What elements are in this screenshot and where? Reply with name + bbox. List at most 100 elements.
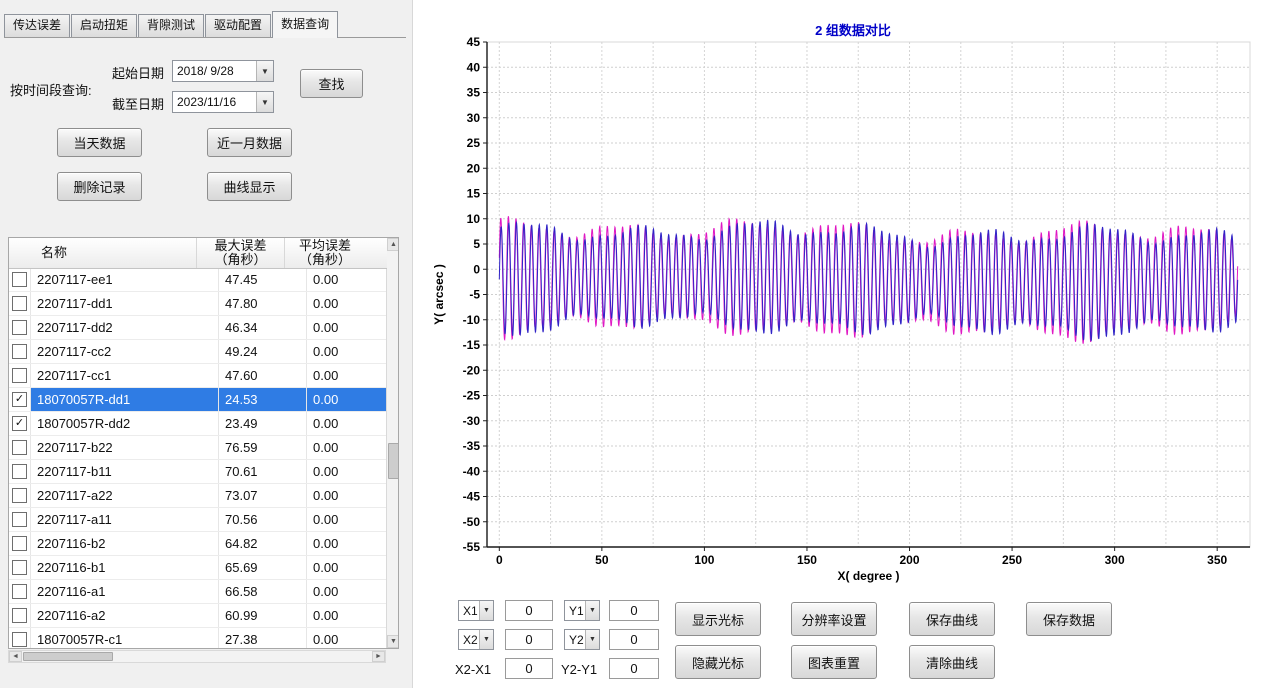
row-checkbox-cell [9,436,31,459]
y-tick-label: -30 [463,414,481,428]
row-checkbox[interactable] [12,608,27,623]
row-checkbox-cell [9,268,31,291]
row-checkbox[interactable] [12,512,27,527]
table-vertical-scrollbar[interactable]: ▲ ▼ [386,238,399,648]
row-avg-error: 0.00 [307,292,387,315]
table-row[interactable]: 2207117-a2273.070.00 [9,484,387,508]
y2-dropdown-icon[interactable]: ▼ [585,630,599,649]
row-checkbox[interactable] [12,344,27,359]
row-name: 2207117-dd2 [31,316,219,339]
last-month-data-button[interactable]: 近一月数据 [207,128,292,157]
tab-2[interactable]: 启动扭矩 [71,14,137,37]
y1-combo[interactable]: Y1 ▼ [564,600,600,621]
table-row[interactable]: 2207116-a166.580.00 [9,580,387,604]
x2-dropdown-icon[interactable]: ▼ [479,630,493,649]
row-checkbox-cell [9,484,31,507]
save-data-button[interactable]: 保存数据 [1026,602,1112,636]
tab-underline [4,37,406,38]
search-button[interactable]: 查找 [300,69,363,98]
row-checkbox[interactable] [12,368,27,383]
row-checkbox[interactable] [12,560,27,575]
row-name: 18070057R-c1 [31,628,219,649]
curve-display-button[interactable]: 曲线显示 [207,172,292,201]
y-tick-label: -5 [469,288,480,302]
end-date-picker[interactable]: 2023/11/16 ▼ [172,91,274,113]
row-checkbox[interactable] [12,584,27,599]
y2-value-field[interactable]: 0 [609,629,659,650]
y2-combo[interactable]: Y2 ▼ [564,629,600,650]
x-tick-label: 0 [496,553,503,567]
delete-record-button[interactable]: 删除记录 [57,172,142,201]
x2-combo[interactable]: X2 ▼ [458,629,494,650]
table-row[interactable]: 2207116-a260.990.00 [9,604,387,628]
end-date-dropdown-icon[interactable]: ▼ [256,92,273,112]
x1-dropdown-icon[interactable]: ▼ [479,601,493,620]
row-checkbox[interactable] [12,440,27,455]
table-row[interactable]: 2207117-dd246.340.00 [9,316,387,340]
row-checkbox[interactable] [12,464,27,479]
hide-cursor-button[interactable]: 隐藏光标 [675,645,761,679]
scroll-down-icon[interactable]: ▼ [387,635,399,648]
table-row[interactable]: 2207116-b165.690.00 [9,556,387,580]
table-row[interactable]: 2207117-b1170.610.00 [9,460,387,484]
row-checkbox-cell [9,604,31,627]
table-body: 2207117-ee147.450.002207117-dd147.800.00… [9,268,387,649]
scroll-up-icon[interactable]: ▲ [387,238,399,251]
save-curve-button[interactable]: 保存曲线 [909,602,995,636]
y-tick-label: -40 [463,464,481,478]
vertical-scroll-thumb[interactable] [388,443,399,479]
y1-dropdown-icon[interactable]: ▼ [585,601,599,620]
scroll-right-icon[interactable]: ► [372,651,385,662]
start-date-picker[interactable]: 2018/ 9/28 ▼ [172,60,274,82]
today-data-button[interactable]: 当天数据 [57,128,142,157]
table-horizontal-scrollbar[interactable]: ◄ ► [8,650,386,663]
table-row[interactable]: ✓18070057R-dd223.490.00 [9,412,387,436]
row-checkbox-cell [9,556,31,579]
row-checkbox-cell [9,364,31,387]
table-row[interactable]: 2207117-cc147.600.00 [9,364,387,388]
tab-5[interactable]: 数据查询 [272,11,338,38]
table-row[interactable]: 2207117-b2276.590.00 [9,436,387,460]
row-checkbox-checked[interactable]: ✓ [12,416,27,431]
show-cursor-button[interactable]: 显示光标 [675,602,761,636]
row-name: 2207117-a11 [31,508,219,531]
start-date-dropdown-icon[interactable]: ▼ [256,61,273,81]
table-row[interactable]: 18070057R-c127.380.00 [9,628,387,649]
row-max-error: 47.60 [219,364,307,387]
row-avg-error: 0.00 [307,580,387,603]
chart-reset-button[interactable]: 图表重置 [791,645,877,679]
dx-value-field[interactable]: 0 [505,658,553,679]
tab-1[interactable]: 传达误差 [4,14,70,37]
tab-4[interactable]: 驱动配置 [205,14,271,37]
row-avg-error: 0.00 [307,604,387,627]
row-checkbox[interactable] [12,320,27,335]
x-tick-label: 350 [1207,553,1227,567]
tab-3[interactable]: 背隙测试 [138,14,204,37]
row-checkbox[interactable] [12,536,27,551]
row-checkbox[interactable] [12,632,27,647]
x1-value-field[interactable]: 0 [505,600,553,621]
scroll-left-icon[interactable]: ◄ [9,651,22,662]
row-checkbox[interactable] [12,272,27,287]
table-row[interactable]: 2207117-ee147.450.00 [9,268,387,292]
row-checkbox[interactable] [12,488,27,503]
table-row[interactable]: 2207117-cc249.240.00 [9,340,387,364]
x2-value-field[interactable]: 0 [505,629,553,650]
y1-value-field[interactable]: 0 [609,600,659,621]
table-row[interactable]: 2207116-b264.820.00 [9,532,387,556]
row-checkbox-checked[interactable]: ✓ [12,392,27,407]
col-header-max-line1: 最大误差 [214,239,266,253]
table-row[interactable]: 2207117-dd147.800.00 [9,292,387,316]
x1-combo[interactable]: X1 ▼ [458,600,494,621]
table-row[interactable]: ✓18070057R-dd124.530.00 [9,388,387,412]
horizontal-scroll-thumb[interactable] [23,652,113,661]
col-header-name: 名称 [9,238,197,268]
y2-combo-label: Y2 [565,633,585,647]
table-row[interactable]: 2207117-a1170.560.00 [9,508,387,532]
row-checkbox[interactable] [12,296,27,311]
dy-value-field[interactable]: 0 [609,658,659,679]
left-panel: 传达误差启动扭矩背隙测试驱动配置数据查询 按时间段查询: 起始日期 2018/ … [0,0,413,688]
resolution-settings-button[interactable]: 分辨率设置 [791,602,877,636]
clear-curve-button[interactable]: 清除曲线 [909,645,995,679]
col-header-max-line2: （角秒） [214,253,266,267]
